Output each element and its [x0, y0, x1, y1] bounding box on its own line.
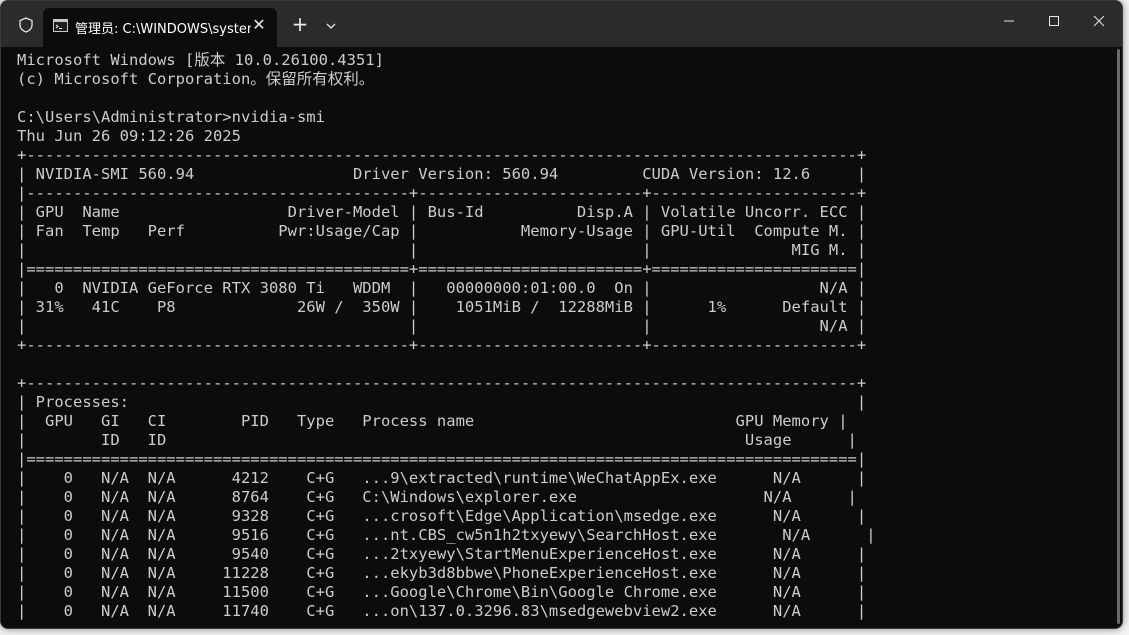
console-line: Microsoft Windows [版本 10.0.26100.4351]	[17, 51, 384, 69]
console-line: +---------------------------------------…	[17, 374, 867, 392]
shield-icon	[19, 17, 33, 33]
console-line: | 0 N/A N/A 8764 C+G C:\Windows\explorer…	[17, 488, 857, 506]
console-line: | GPU Name Driver-Model | Bus-Id Disp.A …	[17, 203, 867, 221]
close-icon	[1093, 15, 1105, 27]
close-window-button[interactable]	[1076, 1, 1122, 41]
scrollbar[interactable]	[1114, 49, 1120, 624]
console-line: | Fan Temp Perf Pwr:Usage/Cap | Memory-U…	[17, 222, 867, 240]
tab-dropdown-button[interactable]	[320, 15, 342, 37]
console-line: C:\Users\Administrator>nvidia-smi	[17, 108, 325, 126]
console-line: +---------------------------------------…	[17, 336, 867, 354]
console-line: |=======================================…	[17, 260, 867, 278]
new-tab-button[interactable]: +	[289, 14, 311, 36]
tab-cmd[interactable]: 管理员: C:\WINDOWS\system32\cmd.exe ✕	[43, 8, 277, 47]
tab-title: 管理员: C:\WINDOWS\system32\cmd.exe	[75, 22, 251, 37]
console-line: Thu Jun 26 09:12:26 2025	[17, 127, 241, 145]
console-line: | | | MIG M. |	[17, 241, 867, 259]
console-line: | ID ID Usage |	[17, 431, 857, 449]
console-line: +---------------------------------------…	[17, 146, 867, 164]
chevron-down-icon	[326, 23, 336, 29]
console-line: | NVIDIA-SMI 560.94 Driver Version: 560.…	[17, 165, 867, 183]
tab-close-button[interactable]: ✕	[250, 16, 268, 34]
console-line: |---------------------------------------…	[17, 184, 867, 202]
console-line: | 0 N/A N/A 9328 C+G ...crosoft\Edge\App…	[17, 507, 867, 525]
console-line: | 0 N/A N/A 9540 C+G ...2txyewy\StartMen…	[17, 545, 867, 563]
cmd-icon	[53, 19, 68, 32]
console-line: |=======================================…	[17, 450, 867, 468]
scrollbar-thumb[interactable]	[1117, 49, 1120, 624]
console-line: | GPU GI CI PID Type Process name GPU Me…	[17, 412, 848, 430]
minimize-button[interactable]	[986, 1, 1032, 41]
maximize-icon	[1049, 16, 1059, 26]
terminal-window: 管理员: C:\WINDOWS\system32\cmd.exe ✕ +	[0, 0, 1123, 629]
console-line: | | | N/A |	[17, 317, 867, 335]
console-line: | 0 N/A N/A 9516 C+G ...nt.CBS_cw5n1h2tx…	[17, 526, 876, 544]
console-line: | 0 N/A N/A 11500 C+G ...Google\Chrome\B…	[17, 583, 867, 601]
console-line: | 0 N/A N/A 11228 C+G ...ekyb3d8bbwe\Pho…	[17, 564, 867, 582]
console-line: (c) Microsoft Corporation。保留所有权利。	[17, 70, 375, 88]
console-line: | 0 NVIDIA GeForce RTX 3080 Ti WDDM | 00…	[17, 279, 867, 297]
console-line: | 31% 41C P8 26W / 350W | 1051MiB / 1228…	[17, 298, 867, 316]
console-output[interactable]: Microsoft Windows [版本 10.0.26100.4351] (c…	[17, 51, 1107, 621]
maximize-button[interactable]	[1031, 1, 1077, 41]
minimize-icon	[1004, 20, 1014, 22]
title-bar[interactable]: 管理员: C:\WINDOWS\system32\cmd.exe ✕ +	[1, 1, 1122, 47]
console-line: | 0 N/A N/A 11740 C+G ...on\137.0.3296.8…	[17, 602, 867, 620]
console-line: | 0 N/A N/A 4212 C+G ...9\extracted\runt…	[17, 469, 867, 487]
console-line: | Processes: |	[17, 393, 867, 411]
